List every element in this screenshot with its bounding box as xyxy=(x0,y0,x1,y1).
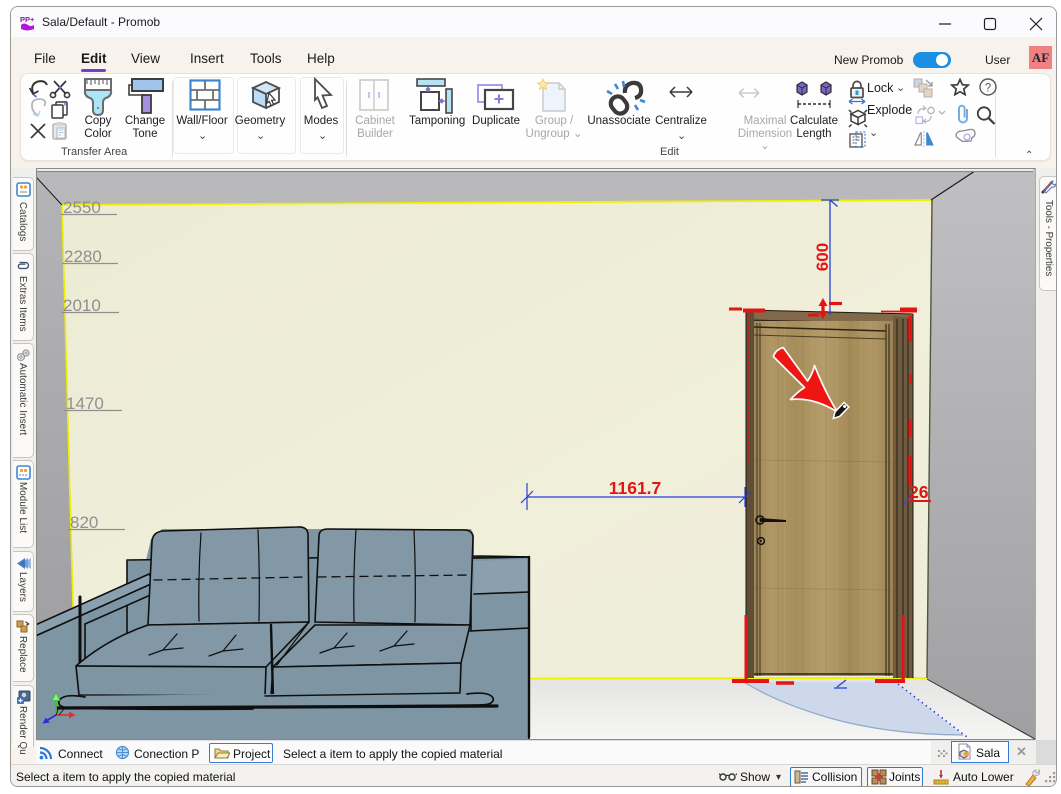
svg-text:1161.7: 1161.7 xyxy=(609,478,662,498)
svg-text:26: 26 xyxy=(909,482,929,502)
svg-text:PP+: PP+ xyxy=(20,15,35,24)
svg-text:?: ? xyxy=(985,82,991,94)
svg-text:600: 600 xyxy=(813,243,832,271)
